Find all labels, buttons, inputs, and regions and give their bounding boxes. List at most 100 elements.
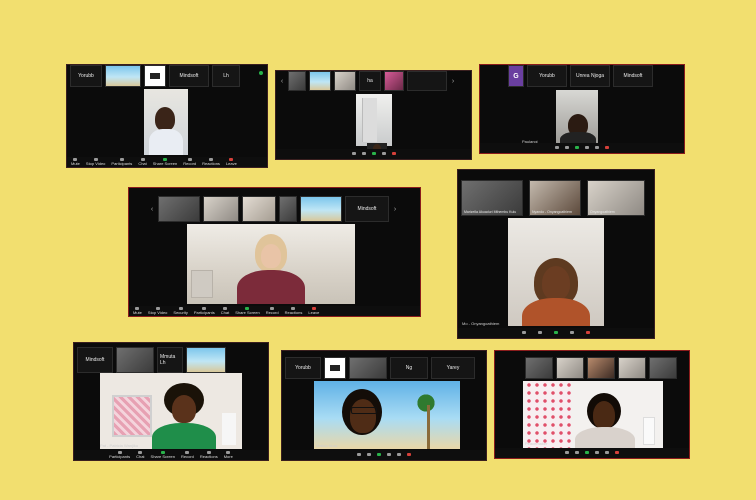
participant-tile[interactable]: ha	[359, 71, 381, 91]
participant-tile[interactable]: G	[508, 65, 524, 87]
chat-button[interactable]: Chat	[138, 158, 147, 166]
share-screen-button[interactable]	[371, 152, 376, 156]
participant-tile[interactable]: Lh	[212, 65, 240, 87]
zoom-screenshot-1: Yorubb Mindsoft Lh Mute Stop Video Parti…	[67, 65, 267, 167]
mute-button[interactable]	[565, 451, 569, 455]
chat-button[interactable]	[381, 152, 386, 156]
security-button[interactable]: Security	[173, 307, 188, 315]
participant-strip: ‹ Mindsoft ›	[129, 196, 420, 222]
participants-button[interactable]: Participants	[111, 158, 132, 166]
participant-tile[interactable]	[587, 357, 615, 379]
participant-tile[interactable]: Unrea Njoga	[570, 65, 610, 87]
chat-button[interactable]	[570, 331, 574, 335]
share-screen-button[interactable]: Share Screen	[153, 158, 177, 166]
participant-tile[interactable]	[116, 347, 154, 373]
meeting-toolbar	[458, 328, 654, 338]
leave-button[interactable]	[391, 152, 396, 156]
share-screen-button[interactable]: Share Screen	[151, 451, 175, 459]
video-button[interactable]: Stop Video	[86, 158, 105, 166]
mute-button[interactable]	[351, 152, 356, 156]
leave-button[interactable]	[586, 331, 590, 335]
participant-tile[interactable]: Mindsoft	[613, 65, 653, 87]
chevron-left-icon[interactable]: ‹	[279, 78, 285, 85]
participant-tile[interactable]: Yorubb	[285, 357, 321, 379]
active-speaker-video	[314, 381, 460, 449]
participant-tile[interactable]: Yorubb	[70, 65, 102, 87]
participant-tile[interactable]	[649, 357, 677, 379]
record-button[interactable]: Record	[266, 307, 279, 315]
zoom-screenshot-7: Yorubb Ng Yarey Malkia Nura	[282, 351, 486, 460]
share-screen-button[interactable]	[554, 331, 558, 335]
mute-button[interactable]	[357, 453, 361, 457]
leave-button[interactable]	[605, 146, 609, 150]
chat-button[interactable]: Chat	[136, 451, 145, 459]
participant-tile[interactable]	[186, 347, 226, 373]
participant-tile[interactable]	[288, 71, 306, 91]
participant-tile[interactable]	[158, 196, 200, 222]
participant-tile[interactable]	[349, 357, 387, 379]
chat-button[interactable]	[595, 451, 599, 455]
participant-tile[interactable]: Mindsoft	[345, 196, 389, 222]
participant-tile[interactable]: Onyangoathiem	[587, 180, 645, 216]
mute-button[interactable]	[522, 331, 526, 335]
video-button[interactable]	[565, 146, 569, 150]
record-button[interactable]: Record	[181, 451, 194, 459]
participant-tile[interactable]	[407, 71, 447, 91]
participant-tile[interactable]	[525, 357, 553, 379]
leave-button[interactable]: Leave	[308, 307, 319, 315]
participants-button[interactable]: Participants	[194, 307, 215, 315]
chat-button[interactable]: Chat	[221, 307, 229, 315]
leave-button[interactable]	[615, 451, 619, 455]
reactions-button[interactable]: Reactions	[285, 307, 302, 315]
chevron-right-icon[interactable]: ›	[450, 78, 456, 85]
share-screen-button[interactable]: Share Screen	[235, 307, 260, 315]
participant-tile[interactable]	[144, 65, 166, 87]
video-button[interactable]: Stop Video	[148, 307, 167, 315]
video-button[interactable]	[575, 451, 579, 455]
reactions-button[interactable]: Reactions	[202, 158, 220, 166]
record-button[interactable]: Record	[183, 158, 196, 166]
mute-button[interactable]: Mute	[133, 307, 142, 315]
participant-tile[interactable]: Yarey	[431, 357, 475, 379]
more-button[interactable]: More	[224, 451, 233, 459]
chat-button[interactable]	[387, 453, 391, 457]
participant-tile[interactable]: Mindsoft	[77, 347, 113, 373]
leave-button[interactable]: Leave	[226, 158, 237, 166]
reactions-button[interactable]: Reactions	[200, 451, 218, 459]
participants-button[interactable]: Participants	[109, 451, 130, 459]
participant-tile[interactable]	[618, 357, 646, 379]
record-button[interactable]	[605, 451, 609, 455]
leave-button[interactable]	[407, 453, 411, 457]
participant-tile[interactable]	[309, 71, 331, 91]
participant-tile[interactable]: Yorubb	[527, 65, 567, 87]
mute-button[interactable]: Mute	[71, 158, 80, 166]
participant-tile[interactable]: Mmuta Lh	[157, 347, 183, 373]
participant-tile[interactable]	[384, 71, 404, 91]
record-button[interactable]	[595, 146, 599, 150]
chat-button[interactable]	[585, 146, 589, 150]
participant-tile[interactable]	[203, 196, 239, 222]
video-button[interactable]	[367, 453, 371, 457]
video-button[interactable]	[361, 152, 366, 156]
video-button[interactable]	[538, 331, 542, 335]
participant-tile[interactable]: Nyando - Onyangoathiem	[529, 180, 581, 216]
participant-tile[interactable]	[242, 196, 276, 222]
share-screen-button[interactable]	[377, 453, 381, 457]
participant-tile[interactable]: Ng	[390, 357, 428, 379]
record-button[interactable]	[397, 453, 401, 457]
participant-tile[interactable]: Mindsoft	[169, 65, 209, 87]
participant-tile[interactable]	[105, 65, 141, 87]
participant-tile[interactable]	[334, 71, 356, 91]
speaker-face	[350, 399, 376, 433]
mute-button[interactable]	[555, 146, 559, 150]
participant-tile[interactable]	[324, 357, 346, 379]
active-speaker-video	[187, 224, 355, 304]
participant-tile[interactable]	[300, 196, 342, 222]
participant-tile[interactable]	[556, 357, 584, 379]
chevron-left-icon[interactable]: ‹	[149, 206, 155, 213]
share-screen-button[interactable]	[585, 451, 589, 455]
participant-tile[interactable]	[279, 196, 297, 222]
chevron-right-icon[interactable]: ›	[392, 206, 398, 213]
share-screen-button[interactable]	[575, 146, 579, 150]
participant-tile[interactable]: Marizella Akuaduri Mthembu Kulu	[461, 180, 523, 216]
